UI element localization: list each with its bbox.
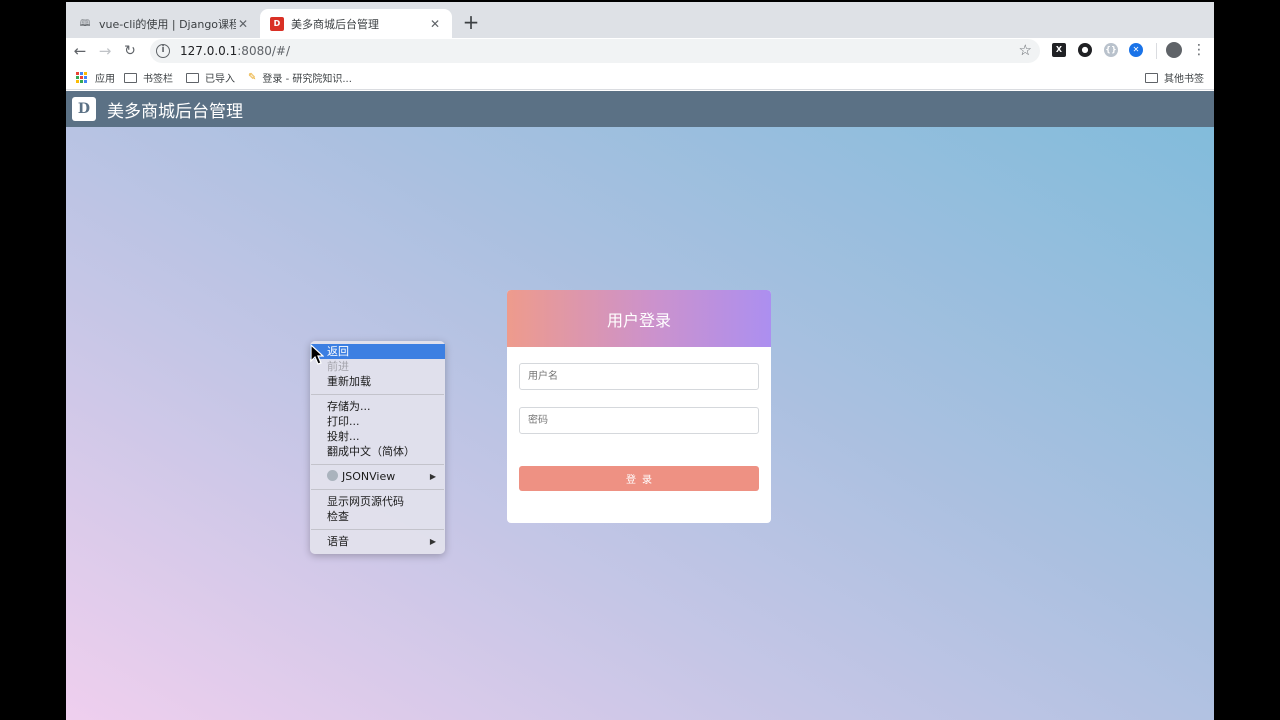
profile-avatar-icon[interactable]: [1166, 42, 1182, 58]
folder-icon: [124, 72, 137, 83]
bookmark-link[interactable]: ✎ 登录 - 研究院知识...: [248, 70, 352, 85]
login-page: 用户登录 登录: [66, 127, 1214, 720]
login-heading: 用户登录: [507, 290, 771, 347]
mouse-cursor-icon: [310, 344, 324, 365]
menu-item-save-as[interactable]: 存储为...: [310, 399, 445, 414]
menu-item-label: 语音: [327, 535, 349, 548]
extension-blue-icon[interactable]: ✕: [1129, 43, 1143, 57]
bookmark-label: 应用: [95, 74, 115, 85]
tab-vue-cli[interactable]: 🕮 vue-cli的使用 | Django课程讲义 ✕: [68, 9, 260, 38]
tab-meiduo-admin[interactable]: D 美多商城后台管理 ✕: [260, 9, 452, 38]
bookmark-apps[interactable]: 应用: [76, 70, 115, 85]
menu-item-forward[interactable]: 前进: [310, 359, 445, 374]
username-input[interactable]: [519, 363, 759, 390]
menu-item-translate[interactable]: 翻成中文（简体）: [310, 444, 445, 459]
tab-title: vue-cli的使用 | Django课程讲义: [99, 17, 236, 31]
browser-toolbar: ← → ↻ i 127.0.0.1:8080/#/ ☆ X ● {} ✕ ⋮: [66, 38, 1214, 64]
jsonview-extension-icon[interactable]: {}: [1104, 43, 1118, 57]
password-input[interactable]: [519, 407, 759, 434]
menu-separator: [311, 489, 444, 490]
menu-separator: [311, 394, 444, 395]
close-tab-icon[interactable]: ✕: [236, 17, 250, 31]
toolbar-divider: [1156, 43, 1157, 59]
bookmark-site-icon: ✎: [248, 72, 257, 83]
bookmark-folder[interactable]: 已导入: [186, 70, 235, 85]
url-path: :8080/#/: [237, 44, 290, 58]
bookmark-label: 登录 - 研究院知识...: [262, 74, 352, 85]
info-icon[interactable]: i: [156, 44, 170, 58]
url-host: 127.0.0.1: [180, 44, 238, 58]
browser-window: 🕮 vue-cli的使用 | Django课程讲义 ✕ D 美多商城后台管理 ✕…: [66, 2, 1214, 720]
app-header: D 美多商城后台管理: [66, 91, 1214, 127]
submenu-arrow-icon: ▶: [429, 537, 436, 546]
menu-item-label: JSONView: [342, 470, 396, 483]
menu-item-view-source[interactable]: 显示网页源代码: [310, 494, 445, 509]
address-bar[interactable]: i 127.0.0.1:8080/#/ ☆: [150, 39, 1040, 63]
menu-item-jsonview[interactable]: JSONView ▶: [310, 469, 445, 484]
reload-button[interactable]: ↻: [119, 40, 141, 62]
app-title: 美多商城后台管理: [107, 101, 243, 122]
bookmark-other[interactable]: 其他书签: [1145, 70, 1204, 85]
more-menu-icon[interactable]: ⋮: [1192, 41, 1206, 59]
submenu-arrow-icon: ▶: [429, 472, 436, 481]
app-logo: D: [72, 97, 96, 121]
menu-item-reload[interactable]: 重新加载: [310, 374, 445, 389]
menu-item-speech[interactable]: 语音 ▶: [310, 534, 445, 549]
bookmark-label: 书签栏: [143, 74, 173, 85]
new-tab-button[interactable]: +: [460, 10, 482, 34]
extension-circle-icon[interactable]: ●: [1078, 43, 1092, 57]
tab-strip: 🕮 vue-cli的使用 | Django课程讲义 ✕ D 美多商城后台管理 ✕…: [66, 2, 1214, 38]
menu-separator: [311, 464, 444, 465]
bookmark-folder[interactable]: 书签栏: [124, 70, 173, 85]
menu-item-print[interactable]: 打印...: [310, 414, 445, 429]
folder-icon: [186, 72, 199, 83]
login-button[interactable]: 登录: [519, 466, 759, 491]
login-card: 用户登录 登录: [507, 290, 771, 523]
context-menu: 返回 前进 重新加载 存储为... 打印... 投射... 翻成中文（简体） J…: [310, 341, 445, 554]
back-button[interactable]: ←: [69, 40, 91, 62]
apps-grid-icon: [76, 72, 87, 83]
forward-button[interactable]: →: [94, 40, 116, 62]
site-logo-icon: D: [270, 16, 284, 31]
book-icon: 🕮: [79, 18, 91, 29]
menu-separator: [311, 529, 444, 530]
close-tab-icon[interactable]: ✕: [428, 17, 442, 31]
bookmarks-bar: 应用 书签栏 已导入 ✎ 登录 - 研究院知识... 其他书签: [66, 64, 1214, 90]
menu-item-inspect[interactable]: 检查: [310, 509, 445, 524]
bookmark-star-icon[interactable]: ☆: [1019, 41, 1032, 59]
bookmark-label: 已导入: [205, 74, 235, 85]
bookmark-label: 其他书签: [1164, 74, 1204, 85]
extension-x-icon[interactable]: X: [1052, 43, 1066, 57]
menu-item-back[interactable]: 返回: [310, 344, 445, 359]
tab-title: 美多商城后台管理: [291, 17, 379, 31]
folder-icon: [1145, 72, 1158, 83]
menu-item-cast[interactable]: 投射...: [310, 429, 445, 444]
jsonview-icon: [327, 470, 338, 481]
